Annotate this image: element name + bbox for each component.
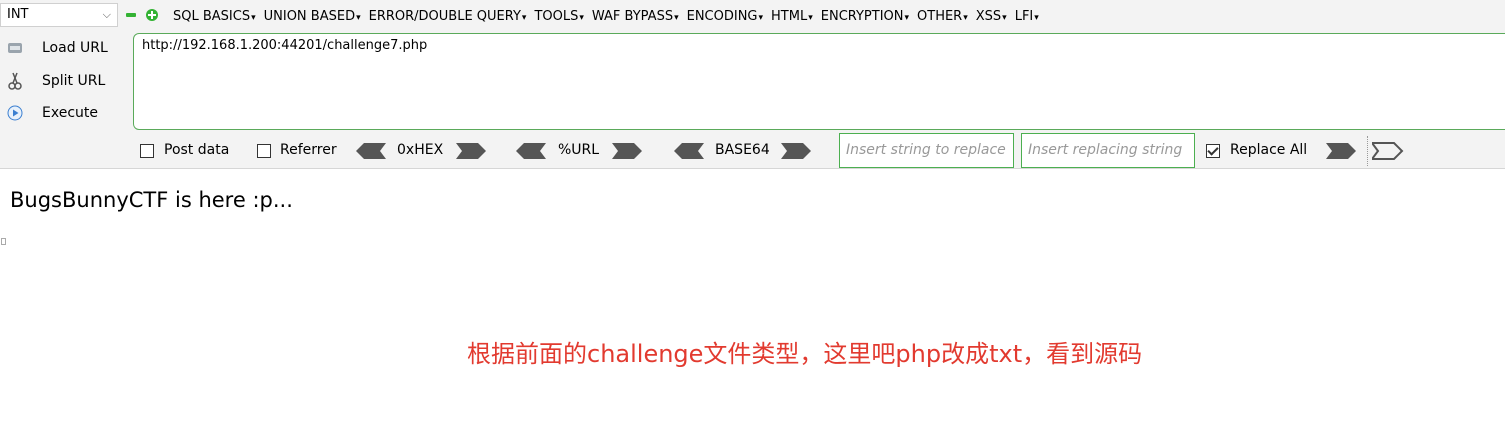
load-url-icon xyxy=(2,40,28,56)
base64-decode-arrow-icon[interactable] xyxy=(672,141,704,161)
referrer-checkbox[interactable] xyxy=(257,144,271,158)
scissors-icon xyxy=(2,72,28,90)
menu-other[interactable]: OTHER▾ xyxy=(917,9,968,24)
menu-sql-basics[interactable]: SQL BASICS▾ xyxy=(173,9,256,24)
menu-tools[interactable]: TOOLS▾ xyxy=(534,9,583,24)
url-encode-label: %URL xyxy=(558,142,600,158)
post-data-label: Post data xyxy=(164,142,230,158)
menu-encoding[interactable]: ENCODING▾ xyxy=(687,9,763,24)
menu-list: SQL BASICS▾ UNION BASED▾ ERROR/DOUBLE QU… xyxy=(173,0,1047,32)
divider xyxy=(1367,136,1368,166)
replacing-string-input[interactable]: Insert replacing string xyxy=(1021,133,1195,168)
base64-label: BASE64 xyxy=(715,142,770,158)
replacing-string-placeholder: Insert replacing string xyxy=(1028,142,1183,158)
referrer-label: Referrer xyxy=(280,142,337,158)
insert-string-input[interactable]: Insert string to replace xyxy=(839,133,1014,168)
hex-encode-arrow-icon[interactable] xyxy=(456,141,488,161)
split-url-button[interactable]: Split URL xyxy=(0,66,125,96)
post-data-checkbox[interactable] xyxy=(140,144,154,158)
load-url-button[interactable]: Load URL xyxy=(0,33,125,63)
chevron-down-icon: ⌵ xyxy=(102,8,111,21)
type-select[interactable]: INT ⌵ xyxy=(0,3,118,27)
menu-xss[interactable]: XSS▾ xyxy=(976,9,1007,24)
split-url-label: Split URL xyxy=(42,73,106,89)
url-value: http://192.168.1.200:44201/challenge7.ph… xyxy=(142,38,428,53)
play-icon xyxy=(2,105,28,121)
options-bar: Post data Referrer 0xHEX %URL BASE64 Ins… xyxy=(0,133,1505,169)
load-url-label: Load URL xyxy=(42,40,108,56)
menu-bar: INT ⌵ SQL BASICS▾ UNION BASED▾ ERROR/DOU… xyxy=(0,0,1505,32)
url-input[interactable]: http://192.168.1.200:44201/challenge7.ph… xyxy=(133,33,1505,130)
hex-label: 0xHEX xyxy=(397,142,444,158)
menu-lfi[interactable]: LFI▾ xyxy=(1015,9,1039,24)
menu-html[interactable]: HTML▾ xyxy=(771,9,813,24)
replace-next-arrow-icon[interactable] xyxy=(1372,141,1404,161)
menu-union-based[interactable]: UNION BASED▾ xyxy=(264,9,361,24)
menu-waf-bypass[interactable]: WAF BYPASS▾ xyxy=(592,9,679,24)
url-encode-arrow-icon[interactable] xyxy=(612,141,644,161)
execute-button[interactable]: Execute xyxy=(0,98,125,128)
plus-icon[interactable] xyxy=(144,7,160,23)
page-heading: BugsBunnyCTF is here :p... xyxy=(10,188,293,212)
replace-all-label: Replace All xyxy=(1230,142,1308,158)
base64-encode-arrow-icon[interactable] xyxy=(781,141,813,161)
replace-arrow-icon[interactable] xyxy=(1326,141,1358,161)
insert-string-placeholder: Insert string to replace xyxy=(846,142,1006,158)
broken-image-icon xyxy=(1,238,6,245)
annotation-text: 根据前面的challenge文件类型，这里吧php改成txt，看到源码 xyxy=(467,340,1143,368)
menu-encryption[interactable]: ENCRYPTION▾ xyxy=(821,9,909,24)
type-select-value: INT xyxy=(7,7,29,22)
replace-all-checkbox[interactable] xyxy=(1206,144,1220,158)
execute-label: Execute xyxy=(42,105,98,121)
hackbar-toolbar: INT ⌵ SQL BASICS▾ UNION BASED▾ ERROR/DOU… xyxy=(0,0,1505,169)
hex-decode-arrow-icon[interactable] xyxy=(354,141,386,161)
url-decode-arrow-icon[interactable] xyxy=(514,141,546,161)
minus-icon[interactable] xyxy=(124,7,140,23)
menu-error-double-query[interactable]: ERROR/DOUBLE QUERY▾ xyxy=(369,9,527,24)
